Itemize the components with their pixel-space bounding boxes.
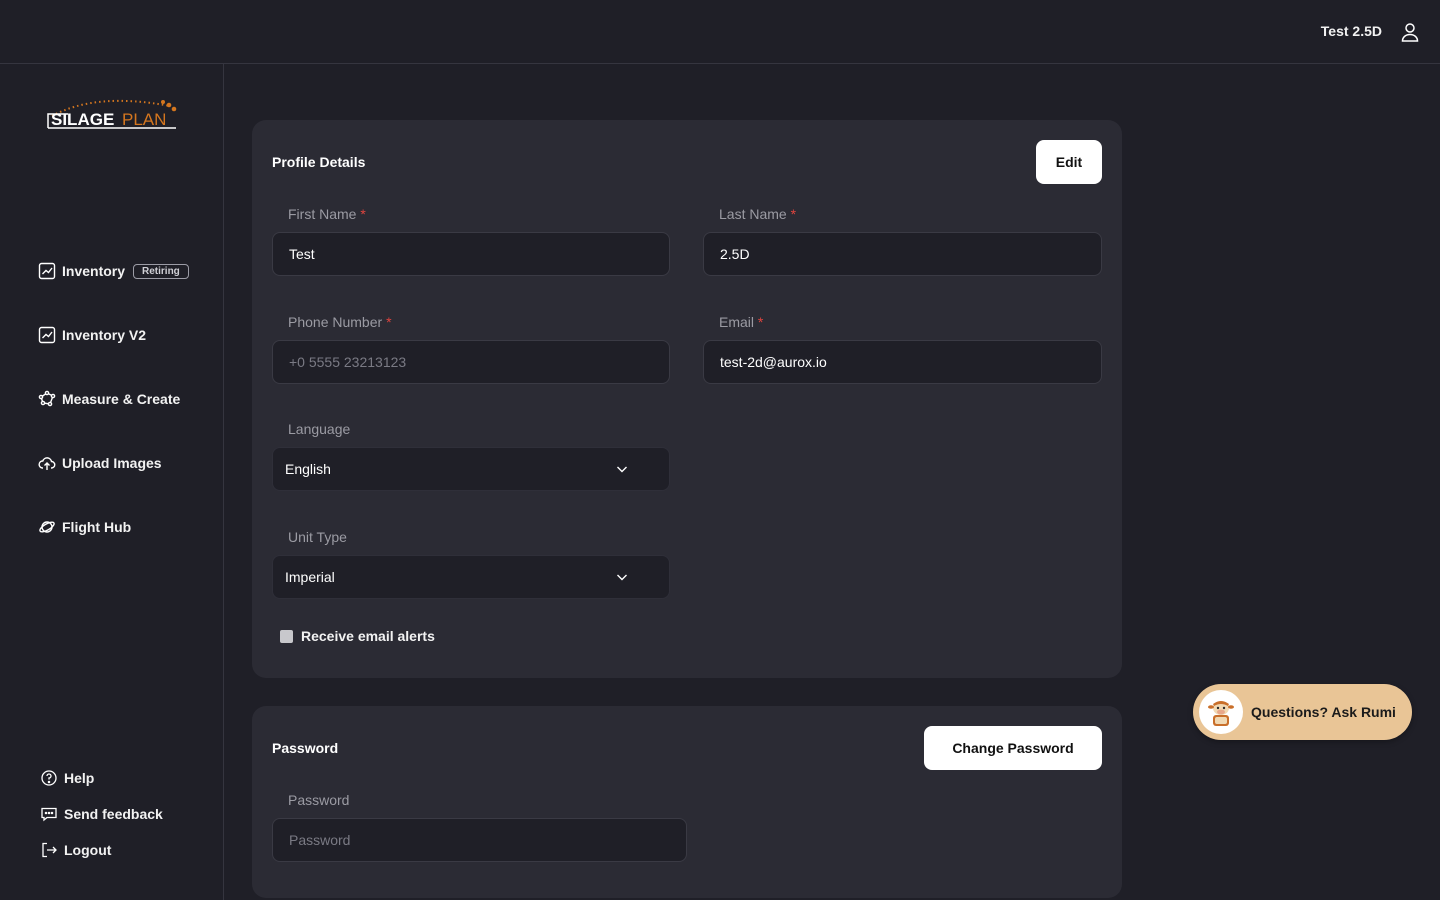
email-alerts-checkbox[interactable]: [280, 629, 293, 643]
top-bar: Test 2.5D: [0, 0, 1440, 64]
cow-mascot-icon: [1208, 701, 1234, 726]
sidebar-item-measure-create[interactable]: Measure & Create: [38, 388, 180, 410]
help-label: Help: [64, 770, 95, 786]
sidebar-item-label: Upload Images: [62, 455, 162, 471]
chat-icon: [41, 807, 57, 822]
sidebar: SILAGE PLAN Inventory Retiring Inventory…: [0, 64, 224, 900]
profile-details-title: Profile Details: [272, 154, 366, 170]
cloud-upload-icon: [38, 457, 56, 470]
last-name-label: Last Name *: [719, 206, 797, 222]
ask-rumi-button[interactable]: Questions? Ask Rumi: [1193, 684, 1412, 740]
email-field[interactable]: test-2d@aurox.io: [703, 340, 1102, 384]
help-icon: [41, 770, 57, 786]
first-name-field[interactable]: Test: [272, 232, 670, 276]
sidebar-item-label: Measure & Create: [62, 391, 181, 407]
user-name: Test 2.5D: [1320, 23, 1382, 39]
send-feedback-label: Send feedback: [64, 806, 163, 822]
silageplan-logo[interactable]: SILAGE PLAN: [46, 94, 180, 134]
unit-type-label: Unit Type: [288, 529, 347, 545]
password-card: Password Change Password Password Passwo…: [252, 706, 1122, 898]
change-password-button[interactable]: Change Password: [924, 726, 1102, 770]
sidebar-item-label: Flight Hub: [62, 519, 132, 535]
password-field[interactable]: Password: [272, 818, 687, 862]
password-title: Password: [272, 740, 339, 756]
send-feedback-link[interactable]: Send feedback: [40, 803, 163, 825]
sidebar-item-label: Inventory V2: [62, 327, 147, 343]
planet-icon: [39, 521, 55, 533]
retiring-badge: Retiring: [133, 263, 189, 279]
edit-button[interactable]: Edit: [1036, 140, 1102, 184]
language-label: Language: [288, 421, 351, 437]
sidebar-item-flight-hub[interactable]: Flight Hub: [38, 516, 131, 538]
help-link[interactable]: Help: [40, 767, 94, 789]
logout-link[interactable]: Logout: [40, 839, 111, 861]
sidebar-item-inventory[interactable]: Inventory Retiring: [38, 260, 189, 282]
logout-label: Logout: [64, 842, 112, 858]
phone-number-field[interactable]: +0 5555 23213123: [272, 340, 670, 384]
chevron-down-icon: [617, 466, 627, 473]
chevron-down-icon: [617, 574, 627, 581]
user-icon[interactable]: [1398, 20, 1422, 44]
password-label: Password: [288, 792, 350, 808]
polygon-icon: [38, 390, 56, 407]
chart-icon: [38, 262, 56, 280]
email-alerts-label: Receive email alerts: [301, 628, 435, 644]
logout-icon: [42, 842, 57, 858]
first-name-label: First Name *: [288, 206, 366, 222]
phone-number-label: Phone Number *: [288, 314, 392, 330]
language-select[interactable]: English: [272, 447, 670, 491]
sidebar-item-label: Inventory: [62, 263, 126, 279]
rumi-avatar: [1199, 690, 1243, 734]
logo-text-silage: SILAGE: [51, 110, 114, 129]
unit-type-select[interactable]: Imperial: [272, 555, 670, 599]
ask-rumi-label: Questions? Ask Rumi: [1251, 704, 1396, 720]
email-label: Email *: [719, 314, 764, 330]
sidebar-item-upload-images[interactable]: Upload Images: [38, 452, 162, 474]
chart-icon: [38, 326, 56, 344]
sidebar-item-inventory-v2[interactable]: Inventory V2: [38, 324, 146, 346]
last-name-field[interactable]: 2.5D: [703, 232, 1102, 276]
language-value: English: [285, 461, 331, 477]
profile-details-card: Profile Details Edit First Name * Test L…: [252, 120, 1122, 678]
logo-text-plan: PLAN: [122, 110, 166, 129]
unit-type-value: Imperial: [285, 569, 335, 585]
email-alerts-checkbox-row[interactable]: Receive email alerts: [280, 628, 435, 644]
